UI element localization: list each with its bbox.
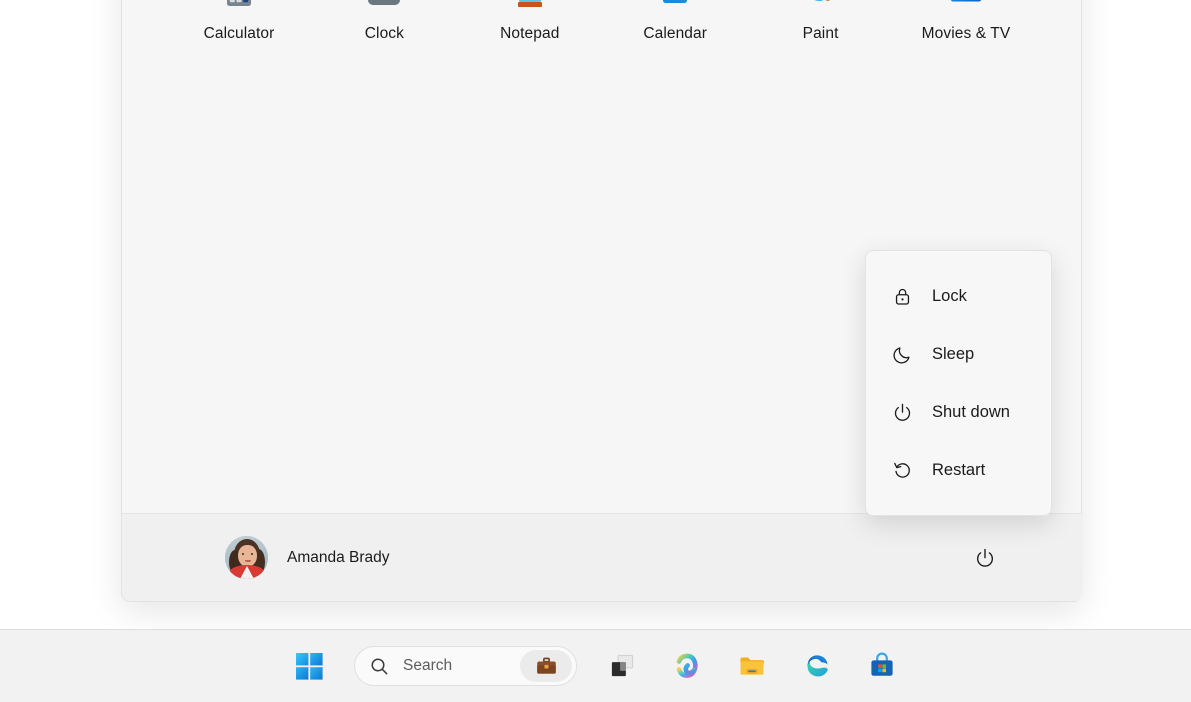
copilot-icon [676,653,698,678]
app-label: Movies & TV [921,25,1011,42]
calculator-icon [215,0,263,15]
app-tile-notepad[interactable]: Notepad [468,0,592,43]
moon-icon [891,343,913,365]
app-tile-paint[interactable]: Paint [759,0,883,43]
search-placeholder: Search [403,657,453,674]
search-input[interactable]: Search [354,646,577,686]
app-label: Calculator [203,25,275,42]
file-explorer-button[interactable] [732,646,772,686]
task-view-icon [611,654,633,676]
power-button[interactable] [965,538,1005,578]
power-icon [976,548,994,567]
menu-item-label: Shut down [932,402,1010,421]
app-tile-movies-tv[interactable]: Movies & TV [904,0,1028,43]
app-tile-calculator[interactable]: Calculator [177,0,301,43]
store-icon [871,652,893,676]
app-label: Notepad [500,25,560,42]
microsoft-store-button[interactable] [862,646,902,686]
taskbar-items: Search [289,646,902,686]
app-label: Paint [802,25,839,42]
app-tile-clock[interactable]: Clock [322,0,446,43]
briefcase-icon[interactable] [520,650,572,682]
menu-item-shut-down[interactable]: Shut down [866,388,1051,436]
user-avatar [225,536,268,579]
movies-tv-icon [942,0,990,15]
copilot-button[interactable] [667,646,707,686]
windows-logo-icon [295,652,323,680]
clock-icon [360,0,408,15]
start-menu-footer: Amanda Brady [122,513,1083,601]
task-view-button[interactable] [602,646,642,686]
menu-item-sleep[interactable]: Sleep [866,330,1051,378]
folder-icon [740,657,764,675]
paint-icon [797,0,845,15]
desktop: Calculator Clock Notepad Calendar Paint … [0,0,1191,702]
edge-button[interactable] [797,646,837,686]
menu-item-lock[interactable]: Lock [866,272,1051,320]
menu-item-restart[interactable]: Restart [866,446,1051,494]
menu-item-label: Sleep [932,344,975,363]
app-label: Clock [364,25,405,42]
user-account-name: Amanda Brady [287,548,390,566]
menu-item-label: Restart [932,460,986,479]
restart-icon [891,459,913,481]
menu-item-label: Lock [932,286,967,305]
taskbar: Search [0,629,1191,702]
pinned-apps-grid: Calculator Clock Notepad Calendar Paint … [122,0,1083,43]
start-button[interactable] [289,646,329,686]
power-icon [891,401,913,423]
power-context-menu: Lock Sleep Shut down Restart [865,250,1052,516]
calendar-icon [651,0,699,15]
search-icon [369,656,390,677]
app-label: Calendar [643,25,708,42]
edge-icon [807,655,828,677]
notepad-icon [506,0,554,15]
lock-icon [891,285,913,307]
user-account-button[interactable]: Amanda Brady [219,530,400,585]
app-tile-calendar[interactable]: Calendar [613,0,737,43]
